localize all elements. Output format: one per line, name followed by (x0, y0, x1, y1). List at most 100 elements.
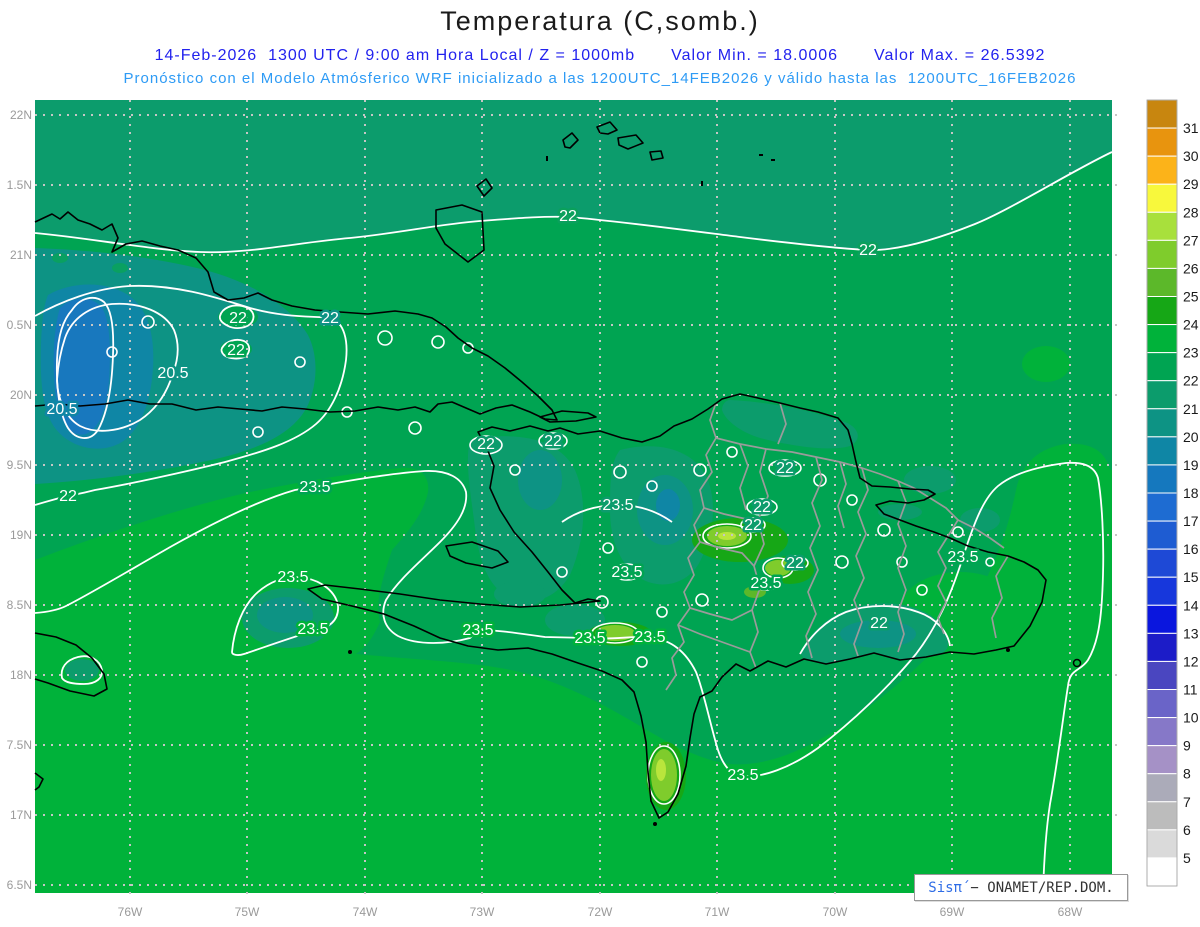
colorbar-segment (1146, 436, 1178, 466)
colorbar-tick-25: 25 (1183, 289, 1199, 305)
colorbar-segment (1146, 239, 1178, 269)
contour-label-23p5: 23.5 (574, 630, 605, 647)
colorbar-segment (1146, 127, 1178, 157)
colorbar-tick-14: 14 (1183, 597, 1199, 613)
watermark-separator: − (961, 879, 988, 896)
colorbar-segment (1146, 380, 1178, 410)
colorbar-segment (1146, 604, 1178, 634)
lat-tick-19N: 19N (10, 528, 32, 542)
colorbar-segment (1146, 773, 1178, 803)
colorbar-segment (1146, 324, 1178, 354)
contour-label-22: 22 (544, 433, 562, 450)
contour-label-22: 22 (229, 310, 247, 327)
colorbar-segment (1146, 296, 1178, 326)
sispi-logo: Sisπ́ (928, 879, 962, 896)
colorbar-tick-29: 29 (1183, 176, 1199, 192)
colorbar-tick-6: 6 (1183, 822, 1191, 838)
colorbar-tick-21: 21 (1183, 401, 1199, 417)
contour-label-23p5: 23.5 (750, 575, 781, 592)
lon-tick-72W: 72W (588, 905, 613, 919)
subtitle-model-info: Pronóstico con el Modelo Atmósferico WRF… (123, 70, 1077, 87)
temperature-map-canvas: 22N 1.5N 21N 0.5N 20N 9.5N 19N 8.5N 18N 7.5N 17N 6.… (7, 99, 1199, 919)
colorbar-tick-15: 15 (1183, 569, 1199, 585)
contour-label-22: 22 (870, 615, 888, 632)
colorbar-tick-9: 9 (1183, 738, 1191, 754)
lat-tick-22N: 22N (10, 108, 32, 122)
colorbar-segment (1146, 689, 1178, 719)
contour-label-23p5: 23.5 (602, 497, 633, 514)
contour-label-22: 22 (744, 517, 762, 534)
colorbar-tick-12: 12 (1183, 653, 1199, 669)
contour-label-22: 22 (776, 460, 794, 477)
lon-tick-75W: 75W (235, 905, 260, 919)
value-max-label: Valor Max. = 26.5392 (874, 47, 1046, 64)
colorbar-segment (1146, 352, 1178, 382)
lat-tick-21N: 21N (10, 248, 32, 262)
contour-label-22: 22 (321, 310, 339, 327)
colorbar-tick-23: 23 (1183, 345, 1199, 361)
lon-tick-76W: 76W (118, 905, 143, 919)
lon-tick-68W: 68W (1058, 905, 1083, 919)
contour-label-22: 22 (859, 242, 877, 259)
colorbar-tick-31: 31 (1183, 120, 1199, 136)
colorbar-segment (1146, 829, 1178, 859)
contour-label-23p5: 23.5 (277, 569, 308, 586)
colorbar-segment (1146, 183, 1178, 213)
colorbar-tick-19: 19 (1183, 457, 1199, 473)
colorbar-tick-26: 26 (1183, 260, 1199, 276)
contour-label-22: 22 (786, 555, 804, 572)
contour-label-22: 22 (753, 499, 771, 516)
colorbar-tick-13: 13 (1183, 625, 1199, 641)
lon-tick-73W: 73W (470, 905, 495, 919)
colorbar-tick-20: 20 (1183, 429, 1199, 445)
colorbar-tick-7: 7 (1183, 794, 1191, 810)
contour-label-23p5: 23.5 (634, 629, 665, 646)
watermark-box: Sisπ́ − ONAMET/REP.DOM. (914, 874, 1128, 901)
colorbar-segment (1146, 857, 1178, 887)
colorbar-segment (1146, 717, 1178, 747)
value-min-label: Valor Min. = 18.0006 (671, 47, 839, 64)
colorbar-segment (1146, 155, 1178, 185)
contour-label-23p5: 23.5 (947, 549, 978, 566)
lat-tick-0.5N: 0.5N (7, 318, 32, 332)
lon-tick-71W: 71W (705, 905, 730, 919)
lon-tick-74W: 74W (353, 905, 378, 919)
colorbar-tick-10: 10 (1183, 710, 1199, 726)
contour-label-20p5: 20.5 (46, 401, 77, 418)
colorbar-segment (1146, 576, 1178, 606)
colorbar: 31 30 29 28 27 26 25 24 23 22 21 20 19 18 17 16 15 14 13 12… (1146, 99, 1199, 887)
contour-label-22: 22 (559, 208, 577, 225)
contour-label-23p5: 23.5 (727, 767, 758, 784)
valid-time-label: 14-Feb-2026 1300 UTC / 9:00 am Hora Loca… (154, 47, 636, 64)
colorbar-tick-16: 16 (1183, 541, 1199, 557)
colorbar-tick-28: 28 (1183, 204, 1199, 220)
page-title: Temperatura (C,somb.) (440, 6, 760, 36)
lat-tick-20N: 20N (10, 388, 32, 402)
colorbar-tick-24: 24 (1183, 317, 1199, 333)
colorbar-tick-27: 27 (1183, 232, 1199, 248)
colorbar-segment (1146, 464, 1178, 494)
contour-label-22: 22 (227, 342, 245, 359)
contour-label-23p5: 23.5 (611, 564, 642, 581)
lon-tick-70W: 70W (823, 905, 848, 919)
colorbar-segment (1146, 548, 1178, 578)
watermark-org: ONAMET/REP.DOM. (987, 879, 1114, 896)
colorbar-tick-18: 18 (1183, 485, 1199, 501)
colorbar-segment (1146, 408, 1178, 438)
lat-tick-17N: 17N (10, 808, 32, 822)
colorbar-segment (1146, 632, 1178, 662)
contour-label-23p5: 23.5 (297, 621, 328, 638)
colorbar-tick-22: 22 (1183, 373, 1199, 389)
colorbar-tick-5: 5 (1183, 850, 1191, 866)
lat-tick-18N: 18N (10, 668, 32, 682)
contour-label-23p5: 23.5 (299, 479, 330, 496)
contour-label-22: 22 (59, 488, 77, 505)
colorbar-tick-8: 8 (1183, 766, 1191, 782)
contour-label-23p5: 23.5 (462, 622, 493, 639)
colorbar-segment (1146, 801, 1178, 831)
colorbar-tick-17: 17 (1183, 513, 1199, 529)
lat-tick-6.5N: 6.5N (7, 878, 32, 892)
colorbar-tick-11: 11 (1183, 682, 1198, 698)
subtitle-forecast-time: 14-Feb-2026 1300 UTC / 9:00 am Hora Loca… (0, 47, 1200, 65)
colorbar-segment (1146, 520, 1178, 550)
